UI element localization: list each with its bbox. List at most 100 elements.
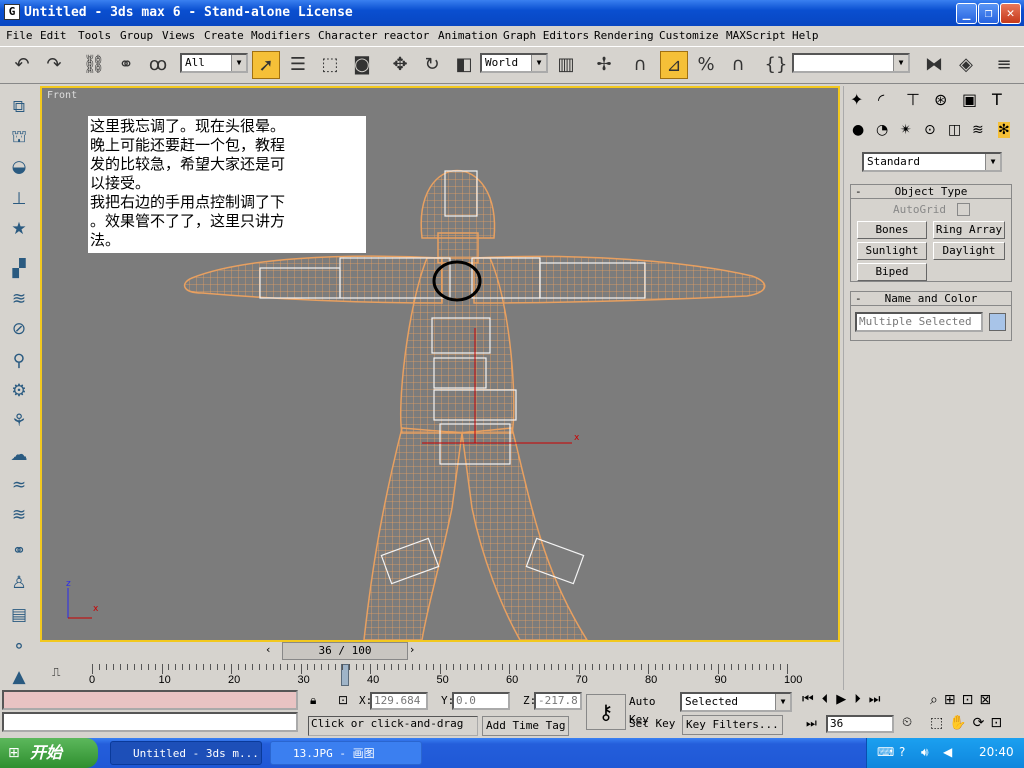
- rope-collection-icon[interactable]: ⊥: [6, 186, 32, 212]
- spinner-snap-icon[interactable]: ∩: [724, 51, 752, 79]
- menu-rendering[interactable]: Rendering: [594, 29, 654, 42]
- absolute-mode-icon[interactable]: ⊡: [338, 693, 348, 707]
- pan-icon[interactable]: ✋: [949, 715, 972, 731]
- align-icon[interactable]: ◈: [952, 51, 980, 79]
- select-by-name-icon[interactable]: ☰: [284, 51, 312, 79]
- minimize-button[interactable]: _: [956, 3, 977, 24]
- lock-selection-icon[interactable]: 🔒︎: [310, 693, 316, 708]
- key-mode-select[interactable]: Selected ▼: [680, 692, 792, 712]
- display-tab-icon[interactable]: ▣: [962, 90, 977, 109]
- reference-coordinate-select[interactable]: World ▼: [480, 53, 548, 73]
- ring-array-button[interactable]: Ring Array: [933, 221, 1005, 239]
- select-object-icon[interactable]: ➚: [252, 51, 280, 79]
- region-zoom-icon[interactable]: ⬚: [930, 715, 949, 731]
- menu-group[interactable]: Group: [120, 29, 153, 42]
- menu-maxscript[interactable]: MAXScript: [726, 29, 786, 42]
- spring-icon[interactable]: ≋: [6, 286, 32, 312]
- move-icon[interactable]: ✥: [386, 51, 414, 79]
- track-bar[interactable]: ⎍ 0 10 20 30 40 50 60 70 80 90 100: [40, 662, 840, 688]
- unlink-selection-icon[interactable]: ⚭: [112, 51, 140, 79]
- name-and-color-header[interactable]: - Name and Color: [851, 292, 1011, 306]
- hierarchy-tab-icon[interactable]: ⊤: [906, 90, 920, 109]
- rigid-body-collection-icon[interactable]: ⧉: [6, 94, 32, 120]
- network-icon[interactable]: ◀: [943, 745, 952, 759]
- motor-icon[interactable]: ⚲: [6, 348, 32, 374]
- lights-icon[interactable]: ✴: [900, 122, 912, 138]
- menu-character[interactable]: Character: [318, 29, 378, 42]
- y-coordinate-field[interactable]: 0.0: [452, 692, 510, 710]
- keyboard-icon[interactable]: ⌨: [877, 745, 894, 759]
- select-and-link-icon[interactable]: ⛓: [80, 51, 108, 79]
- bones-button[interactable]: Bones: [857, 221, 927, 239]
- zoom-all-icon[interactable]: ⊞: [944, 692, 962, 708]
- time-slider-track[interactable]: ‹ ›: [40, 642, 840, 662]
- taskbar-item-3dsmax[interactable]: Untitled - 3ds m...: [110, 741, 262, 765]
- systems-icon[interactable]: ✻: [998, 122, 1010, 138]
- rotate-icon[interactable]: ↻: [418, 51, 446, 79]
- dashpot-icon[interactable]: ⊘: [6, 316, 32, 342]
- modify-tab-icon[interactable]: ◜: [878, 90, 884, 109]
- arc-rotate-icon[interactable]: ⟳: [973, 715, 991, 731]
- redo-icon[interactable]: ↷: [40, 51, 68, 79]
- geometry-icon[interactable]: ●: [852, 122, 864, 138]
- constraint-solver-icon[interactable]: ⚭: [6, 538, 32, 564]
- volume-icon[interactable]: 🔊︎: [921, 745, 929, 760]
- current-frame-field[interactable]: 36: [826, 715, 894, 733]
- water-icon[interactable]: ≈: [6, 472, 32, 498]
- z-coordinate-field[interactable]: -217.8: [534, 692, 582, 710]
- time-slider-thumb[interactable]: 36 / 100: [282, 642, 408, 660]
- menu-file[interactable]: File: [6, 29, 33, 42]
- helpers-icon[interactable]: ◫: [948, 122, 961, 138]
- motion-tab-icon[interactable]: ⊛: [934, 90, 947, 109]
- scale-icon[interactable]: ◧: [450, 51, 478, 79]
- deforming-mesh-collection-icon[interactable]: ★: [6, 216, 32, 242]
- menu-edit[interactable]: Edit: [40, 29, 67, 42]
- key-mode-toggle-icon[interactable]: ⏭: [806, 716, 817, 731]
- zoom-extents-all-icon[interactable]: ⊠: [979, 692, 997, 708]
- app-icon[interactable]: G: [4, 4, 20, 20]
- maxscript-listener-mini[interactable]: [2, 690, 298, 710]
- time-configuration-icon[interactable]: ⏲: [902, 715, 912, 730]
- open-mini-curve-editor-icon[interactable]: ⎍: [52, 665, 60, 680]
- layer-manager-icon[interactable]: ≡: [990, 51, 1018, 79]
- point-to-point-icon[interactable]: ⚬: [6, 634, 32, 660]
- key-filters-button[interactable]: Key Filters...: [682, 715, 783, 735]
- add-time-tag-button[interactable]: Add Time Tag: [482, 716, 570, 736]
- next-frame-icon[interactable]: ⏵: [854, 692, 869, 707]
- cloth-collection-icon[interactable]: ⛫: [6, 124, 32, 150]
- zoom-icon[interactable]: ⌕: [930, 692, 944, 708]
- wind-icon[interactable]: ⚙: [6, 378, 32, 404]
- prev-frame-icon[interactable]: ‹: [266, 643, 270, 656]
- maxscript-output-mini[interactable]: [2, 712, 298, 732]
- taskbar-item-paint[interactable]: 13.JPG - 画图: [270, 741, 422, 765]
- mirror-icon[interactable]: ⧓: [920, 51, 948, 79]
- zoom-extents-icon[interactable]: ⊡: [962, 692, 980, 708]
- clock[interactable]: 20:40: [979, 745, 1014, 759]
- menu-views[interactable]: Views: [162, 29, 195, 42]
- percent-snap-icon[interactable]: %: [692, 51, 720, 79]
- autogrid-checkbox[interactable]: [957, 203, 970, 216]
- menu-help[interactable]: Help: [792, 29, 819, 42]
- preview-animation-icon[interactable]: ▲: [6, 664, 32, 690]
- character-mesh[interactable]: x z x: [42, 88, 838, 640]
- toy-car-icon[interactable]: ⚘: [6, 408, 32, 434]
- object-name-field[interactable]: Multiple Selected: [855, 312, 983, 332]
- cameras-icon[interactable]: ⊙: [924, 122, 936, 138]
- next-frame-icon[interactable]: ›: [410, 643, 414, 656]
- set-key-button[interactable]: Set Key: [626, 715, 678, 733]
- fracture-icon[interactable]: ☁: [6, 442, 32, 468]
- hinge-icon[interactable]: ▤: [6, 602, 32, 628]
- go-to-start-icon[interactable]: ⏮: [802, 692, 822, 707]
- play-icon[interactable]: ▶: [836, 692, 854, 707]
- shapes-icon[interactable]: ◔: [876, 122, 888, 138]
- menu-graph-editors[interactable]: Graph Editors: [503, 29, 589, 42]
- plane-icon[interactable]: ▞: [6, 256, 32, 282]
- ragdoll-icon[interactable]: ♙: [6, 570, 32, 596]
- snap-3d-icon[interactable]: ∩: [626, 51, 654, 79]
- menu-animation[interactable]: Animation: [438, 29, 498, 42]
- create-tab-icon[interactable]: ✦: [850, 90, 863, 109]
- restore-button[interactable]: ❐: [978, 3, 999, 24]
- utilities-tab-icon[interactable]: T: [992, 90, 1002, 109]
- front-viewport[interactable]: Front 这里我忘调了。现在头很晕。 晚上可能还要赶一个包，教程 发的比较急，…: [40, 86, 840, 642]
- previous-frame-icon[interactable]: ⏴: [822, 692, 837, 707]
